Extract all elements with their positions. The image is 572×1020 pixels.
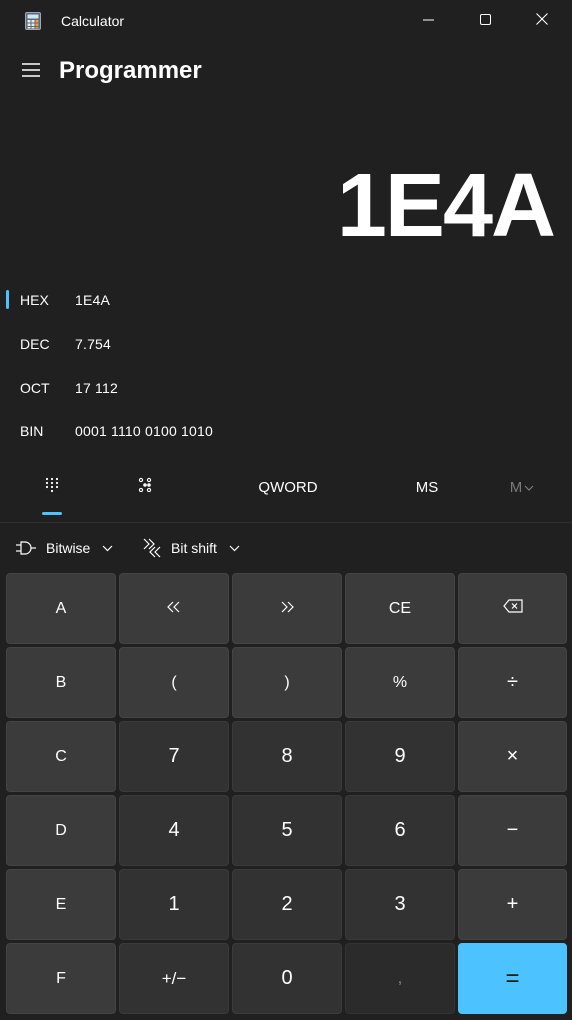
key-3[interactable]: 3 [345,869,455,940]
bitwise-toolbar: Bitwise Bit shift [0,528,572,568]
radix-name: HEX [20,292,49,308]
key-left-shift[interactable] [119,573,229,644]
key-negate[interactable]: +/− [119,943,229,1014]
key-5[interactable]: 5 [232,795,342,866]
minimize-button[interactable] [400,0,456,42]
key-subtract[interactable]: − [458,795,567,866]
bitwise-label: Bitwise [46,540,91,556]
divider [0,522,572,523]
radix-row-oct[interactable]: OCT 17 112 [0,368,572,408]
radix-row-dec[interactable]: DEC 7.754 [0,324,572,364]
radix-name: OCT [20,380,50,396]
navigation-menu-button[interactable] [16,58,46,86]
tab-bit-toggling-keypad[interactable] [115,462,175,512]
chevron-down-icon [524,479,534,496]
key-open-paren[interactable]: ( [119,647,229,718]
calculator-icon [25,12,41,30]
hamburger-menu-icon [22,62,40,82]
key-backspace[interactable] [458,573,567,644]
keypad-mode-bar: QWORD MS M [0,462,572,520]
key-divide[interactable]: ÷ [458,647,567,718]
active-radix-indicator [6,290,9,309]
key-a[interactable]: A [6,573,116,644]
key-b[interactable]: B [6,647,116,718]
left-shift-icon [167,600,181,618]
tab-full-keypad[interactable] [22,462,82,512]
radix-name: DEC [20,336,50,352]
radix-value: 7.754 [75,336,112,352]
close-icon [536,12,548,30]
key-clear-entry[interactable]: CE [345,573,455,644]
memory-recall-button[interactable]: M [500,462,544,512]
key-decimal-separator[interactable]: , [345,943,455,1014]
key-8[interactable]: 8 [232,721,342,792]
key-7[interactable]: 7 [119,721,229,792]
bit-shift-label: Bit shift [171,540,217,556]
chevron-down-icon [229,545,240,552]
radix-row-hex[interactable]: HEX 1E4A [0,280,572,320]
active-tab-indicator [42,512,62,515]
key-6[interactable]: 6 [345,795,455,866]
radix-name: BIN [20,423,44,439]
key-add[interactable]: + [458,869,567,940]
right-shift-icon [280,600,294,618]
memory-recall-label: M [509,478,523,496]
key-2[interactable]: 2 [232,869,342,940]
key-multiply[interactable]: × [458,721,567,792]
backspace-icon [502,599,523,618]
key-9[interactable]: 9 [345,721,455,792]
result-display: 1E4A [336,156,556,256]
radix-value: 17 112 [75,380,118,396]
key-4[interactable]: 4 [119,795,229,866]
maximize-button[interactable] [457,0,513,42]
key-right-shift[interactable] [232,573,342,644]
bit-toggling-keypad-icon [138,477,152,497]
chevron-down-icon [102,545,113,552]
radix-row-bin[interactable]: BIN 0001 1110 0100 1010 [0,411,572,451]
title-bar: Calculator [0,0,572,42]
key-d[interactable]: D [6,795,116,866]
mode-title: Programmer [59,57,202,84]
maximize-icon [479,12,491,30]
minimize-icon [422,12,434,30]
key-0[interactable]: 0 [232,943,342,1014]
word-size-button[interactable]: QWORD [248,462,328,512]
close-button[interactable] [514,0,570,42]
radix-value: 0001 1110 0100 1010 [75,423,213,439]
app-header: Programmer [0,48,572,96]
radix-value: 1E4A [75,292,111,308]
key-c[interactable]: C [6,721,116,792]
key-equals[interactable]: = [458,943,567,1014]
window-title: Calculator [61,13,125,29]
full-keypad-icon [45,477,59,497]
key-1[interactable]: 1 [119,869,229,940]
bitwise-gate-icon [16,540,36,556]
bit-shift-dropdown[interactable]: Bit shift [143,528,240,568]
bitwise-dropdown[interactable]: Bitwise [16,528,113,568]
key-close-paren[interactable]: ) [232,647,342,718]
key-f[interactable]: F [6,943,116,1014]
key-e[interactable]: E [6,869,116,940]
keypad: A CE B ( ) % ÷ C 7 8 9 × D 4 5 6 − E 1 2… [6,573,567,1015]
key-modulo[interactable]: % [345,647,455,718]
memory-store-button[interactable]: MS [402,462,452,512]
bit-shift-icon [143,538,161,558]
